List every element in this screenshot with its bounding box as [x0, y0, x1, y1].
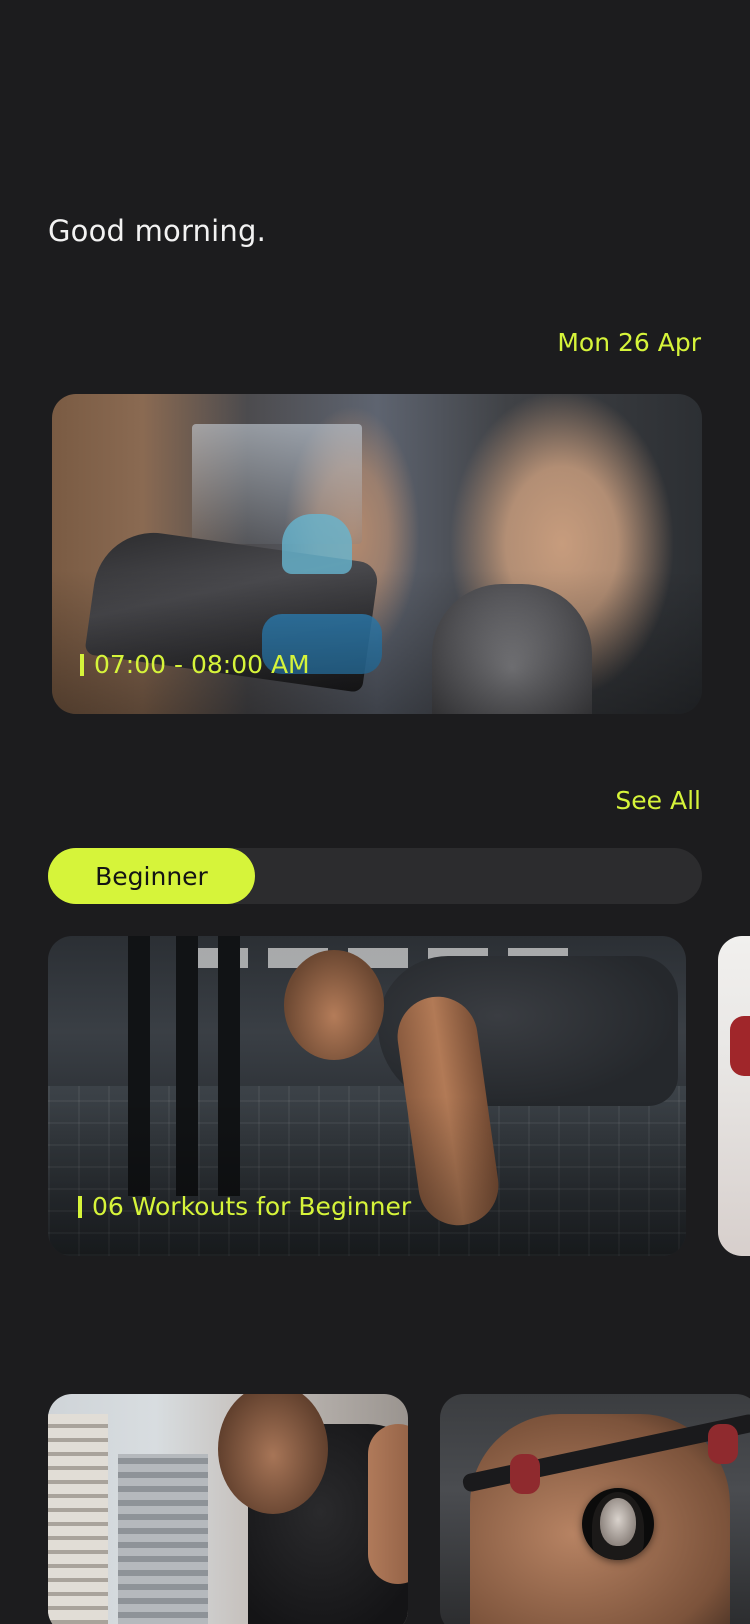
see-all-link[interactable]: See All — [615, 786, 701, 815]
card-photo-building — [118, 1454, 208, 1624]
avatar-face — [600, 1498, 636, 1546]
card-photo-building — [48, 1414, 108, 1624]
session-time-caption: 07:00 - 08:00 AM — [80, 650, 310, 679]
card-photo-grip — [708, 1424, 738, 1464]
level-chip-beginner[interactable]: Beginner — [48, 848, 255, 904]
current-date: Mon 26 Apr — [557, 328, 701, 357]
caption-accent-bar — [78, 1195, 82, 1218]
workout-card-beginner[interactable]: 06 Workouts for Beginner — [48, 936, 686, 1256]
greeting-text: Good morning. — [48, 214, 267, 248]
card-photo-grip — [510, 1454, 540, 1494]
level-selector[interactable]: Beginner — [48, 848, 702, 904]
card-photo-athlete-arm — [368, 1424, 408, 1584]
exercise-card-1[interactable] — [48, 1394, 408, 1624]
session-time-text: 07:00 - 08:00 AM — [94, 650, 310, 679]
caption-accent-bar — [80, 653, 84, 676]
workout-caption: 06 Workouts for Beginner — [78, 1192, 411, 1221]
workout-card-next-peek[interactable] — [718, 936, 750, 1256]
profile-avatar[interactable] — [582, 1488, 654, 1560]
peek-photo-detail — [730, 1016, 750, 1076]
featured-session-card[interactable]: 07:00 - 08:00 AM — [52, 394, 702, 714]
workout-caption-text: 06 Workouts for Beginner — [92, 1192, 412, 1221]
home-screen: Good morning. Mon 26 Apr 07:00 - 08:00 A… — [0, 0, 750, 1624]
